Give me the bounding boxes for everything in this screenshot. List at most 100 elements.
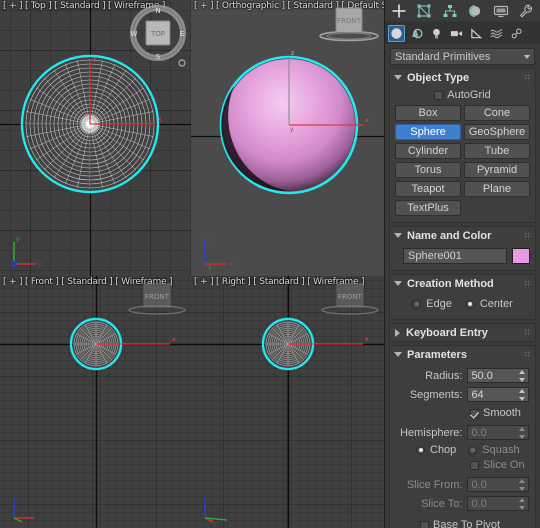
slice-to-spinner-arrows[interactable] [519, 498, 526, 510]
viewcube-front[interactable]: FRONT [127, 282, 187, 316]
category-shapes[interactable] [408, 25, 425, 42]
grip-icon [524, 351, 531, 358]
svg-text:y: y [208, 264, 212, 270]
category-space-warps[interactable] [488, 25, 505, 42]
tab-create[interactable] [386, 1, 412, 21]
viewport-front[interactable]: x y FRONT [ + ] [ Front ] [ Standard ] [… [0, 276, 191, 528]
chop-label: Chop [430, 444, 457, 456]
tab-motion[interactable] [463, 1, 489, 21]
tab-hierarchy[interactable] [437, 1, 463, 21]
svg-text:y: y [93, 55, 97, 62]
object-name-input[interactable]: Sphere001 [403, 248, 507, 264]
primitive-button-cylinder[interactable]: Cylinder [395, 143, 461, 159]
svg-text:W: W [131, 30, 138, 38]
tab-display[interactable] [488, 1, 514, 21]
rollout-title-name-and-color: Name and Color [407, 229, 492, 242]
slice-on-label: Slice On [483, 459, 525, 471]
creation-method-edge[interactable]: Edge [412, 298, 452, 310]
primitive-button-textplus[interactable]: TextPlus [395, 200, 461, 216]
viewcube-orthographic[interactable]: FRONT [318, 6, 380, 42]
radio-edge[interactable] [412, 299, 422, 309]
radio-chop[interactable] [416, 445, 425, 455]
svg-text:FRONT: FRONT [337, 17, 362, 25]
slice-to-spinner[interactable]: 0.0 [467, 496, 529, 511]
viewcube-face-label: TOP [150, 30, 165, 38]
modify-icon [417, 4, 431, 18]
base-to-pivot-checkbox[interactable] [420, 520, 429, 528]
tab-modify[interactable] [412, 1, 438, 21]
rollout-header-creation-method[interactable]: Creation Method [390, 275, 535, 292]
category-lights[interactable] [428, 25, 445, 42]
primitive-button-tube[interactable]: Tube [464, 143, 530, 159]
slice-on-row: Slice On [470, 459, 529, 471]
primitive-button-pyramid[interactable]: Pyramid [464, 162, 530, 178]
hemisphere-label: Hemisphere: [400, 426, 463, 439]
radius-spinner[interactable]: 50.0 [467, 368, 529, 383]
primitive-button-box[interactable]: Box [395, 105, 461, 121]
expand-arrow-icon [395, 328, 400, 337]
squash-option[interactable]: Squash [468, 444, 520, 456]
autogrid-label: AutoGrid [447, 89, 491, 101]
segments-spinner[interactable]: 64 [467, 387, 529, 402]
viewcube-top[interactable]: TOP N S E W [129, 4, 187, 62]
radio-squash[interactable] [468, 445, 478, 455]
primitive-button-torus[interactable]: Torus [395, 162, 461, 178]
segments-spinner-arrows[interactable] [519, 389, 526, 401]
slice-from-value: 0.0 [471, 478, 487, 491]
viewcube-right[interactable]: FRONT [320, 282, 380, 316]
category-helpers[interactable] [468, 25, 485, 42]
rollout-header-parameters[interactable]: Parameters [390, 346, 535, 363]
rollout-title-keyboard-entry: Keyboard Entry [406, 326, 488, 339]
svg-text:x: x [158, 116, 162, 123]
radius-row: Radius: 50.0 [394, 367, 529, 384]
slice-from-label: Slice From: [406, 478, 463, 491]
primitive-button-geosphere[interactable]: GeoSphere [464, 124, 530, 140]
rollout-header-name-and-color[interactable]: Name and Color [390, 227, 535, 244]
primitive-button-sphere[interactable]: Sphere [395, 124, 461, 140]
rollout-parameters: Parameters Radius: 50.0 Segments: 64 Smo… [389, 345, 536, 528]
svg-text:FRONT: FRONT [338, 293, 363, 301]
primitive-button-plane[interactable]: Plane [464, 181, 530, 197]
grip-icon [524, 74, 531, 81]
rollout-title-creation-method: Creation Method [407, 277, 494, 290]
viewcube-home-icon[interactable] [175, 56, 189, 70]
radius-spinner-arrows[interactable] [519, 370, 526, 382]
tab-utilities[interactable] [514, 1, 540, 21]
category-cameras[interactable] [448, 25, 465, 42]
creation-method-center[interactable]: Center [465, 298, 513, 310]
sphere-icon [391, 27, 402, 39]
segments-value: 64 [471, 388, 484, 401]
plus-icon [392, 4, 406, 18]
svg-text:y: y [16, 236, 20, 243]
hemisphere-spinner[interactable]: 0.0 [467, 425, 529, 440]
radio-center[interactable] [465, 299, 475, 309]
svg-text:y: y [97, 345, 101, 352]
autogrid-checkbox[interactable] [434, 90, 444, 100]
segments-row: Segments: 64 [394, 386, 529, 403]
slice-to-row: Slice To: 0.0 [394, 495, 529, 512]
viewport-orthographic[interactable]: z x y FRONT z x y [ + ] [ Orthographic ]… [191, 0, 384, 276]
world-axis-tripod-ortho: z x y [204, 236, 233, 270]
primitive-category-dropdown[interactable]: Standard Primitives [390, 48, 535, 65]
collapse-arrow-icon [394, 75, 402, 80]
category-geometry[interactable] [388, 24, 405, 42]
world-axis-tripod-top: y x [11, 236, 42, 268]
slice-from-spinner-arrows[interactable] [519, 479, 526, 491]
object-color-swatch[interactable] [512, 248, 530, 264]
rollout-header-keyboard-entry[interactable]: Keyboard Entry [390, 324, 535, 341]
slice-from-spinner[interactable]: 0.0 [467, 477, 529, 492]
rollout-header-object-type[interactable]: Object Type [390, 69, 535, 86]
primitive-button-teapot[interactable]: Teapot [395, 181, 461, 197]
grip-icon [524, 280, 531, 287]
primitive-button-cone[interactable]: Cone [464, 105, 530, 121]
world-axis-tripod-right [204, 498, 228, 523]
slice-on-checkbox[interactable] [470, 460, 479, 470]
category-systems[interactable] [508, 25, 525, 42]
svg-text:S: S [156, 53, 161, 61]
viewport-right[interactable]: x y FRONT [ + ] [ Right ] [ Standard ] [… [191, 276, 384, 528]
rollout-body-object-type: AutoGrid Box Cone Sphere GeoSphere Cylin… [390, 86, 535, 222]
smooth-checkbox[interactable] [470, 408, 479, 418]
hemisphere-spinner-arrows[interactable] [519, 427, 526, 439]
chop-option[interactable]: Chop [416, 444, 456, 456]
viewport-top[interactable]: x y TOP N S E W y x [+] [Top] [Stan… [0, 0, 191, 276]
